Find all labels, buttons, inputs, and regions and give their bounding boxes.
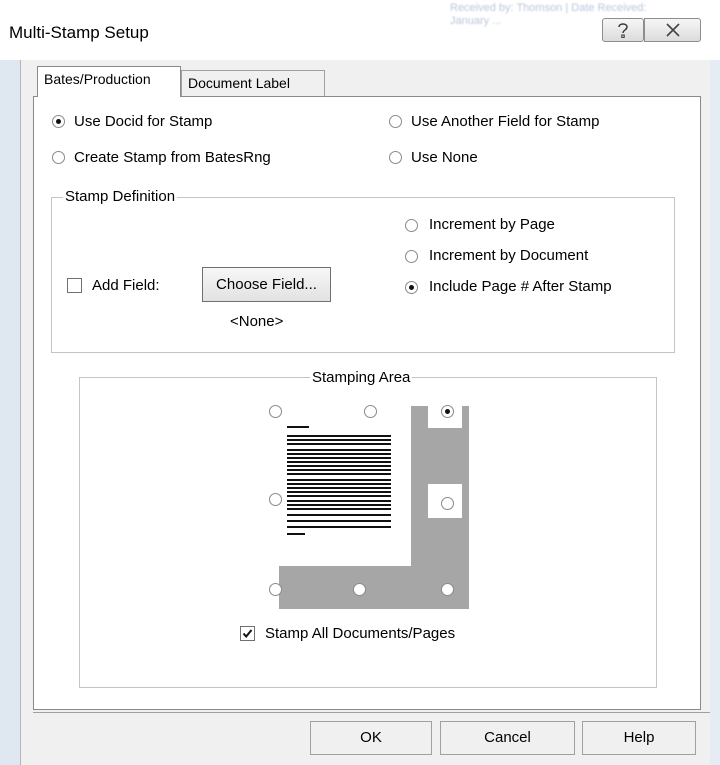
page-text-line xyxy=(287,469,391,471)
cancel-button[interactable]: Cancel xyxy=(440,721,575,755)
page-preview xyxy=(266,398,411,566)
position-top-center-radio[interactable] xyxy=(364,405,377,418)
page-text-line xyxy=(287,495,391,497)
tab-label: Document Label xyxy=(188,75,290,91)
choose-field-button[interactable]: Choose Field... xyxy=(202,267,331,302)
position-bottom-right-radio[interactable] xyxy=(441,583,454,596)
stamp-all-checkbox[interactable] xyxy=(240,626,255,641)
page-text-line xyxy=(287,449,391,451)
help-question-button[interactable] xyxy=(602,18,644,42)
increment-by-page-radio[interactable] xyxy=(405,219,418,232)
page-text-line xyxy=(287,487,391,489)
footer-separator xyxy=(33,712,710,713)
stamping-area-title: Stamping Area xyxy=(310,369,413,386)
increment-by-document-label[interactable]: Increment by Document xyxy=(429,247,588,264)
position-top-left-radio[interactable] xyxy=(269,405,282,418)
page-text-line xyxy=(287,491,391,493)
ok-button[interactable]: OK xyxy=(310,721,432,755)
position-bottom-center-radio[interactable] xyxy=(353,583,366,596)
page-text-line xyxy=(287,483,391,485)
close-x-icon xyxy=(665,23,680,37)
page-text-line xyxy=(287,479,391,481)
window-left-border xyxy=(0,60,20,765)
use-none-label[interactable]: Use None xyxy=(411,149,478,166)
use-docid-label[interactable]: Use Docid for Stamp xyxy=(74,113,212,130)
page-text-line xyxy=(287,461,391,463)
include-page-number-label[interactable]: Include Page # After Stamp xyxy=(429,278,612,295)
add-field-checkbox[interactable] xyxy=(67,278,82,293)
tab-label: Bates/Production xyxy=(44,71,151,87)
use-docid-radio[interactable] xyxy=(52,115,65,128)
stamp-definition-group xyxy=(51,197,675,353)
use-another-field-radio[interactable] xyxy=(389,115,402,128)
page-text-line xyxy=(287,504,391,506)
position-top-right-radio[interactable] xyxy=(441,405,454,418)
create-from-batesrng-radio[interactable] xyxy=(52,151,65,164)
page-text-line xyxy=(287,508,391,510)
page-text-line xyxy=(287,526,391,528)
selected-field-value: <None> xyxy=(230,313,284,330)
help-button[interactable]: Help xyxy=(582,721,696,755)
page-text-line xyxy=(287,533,305,535)
add-field-label[interactable]: Add Field: xyxy=(92,277,160,294)
position-middle-right-radio[interactable] xyxy=(441,497,454,510)
checkmark-icon xyxy=(242,629,253,639)
stamp-definition-title: Stamp Definition xyxy=(63,188,178,205)
stamp-all-label[interactable]: Stamp All Documents/Pages xyxy=(265,625,455,642)
page-text-line xyxy=(287,457,391,459)
position-middle-left-radio[interactable] xyxy=(269,493,282,506)
position-bottom-left-radio[interactable] xyxy=(269,583,282,596)
tab-document-label[interactable]: Document Label xyxy=(181,70,325,97)
page-text-line xyxy=(287,426,309,428)
window-right-border xyxy=(710,60,720,765)
page-text-line xyxy=(287,514,391,516)
page-text-line xyxy=(287,465,391,467)
create-from-batesrng-label[interactable]: Create Stamp from BatesRng xyxy=(74,149,271,166)
page-text-line xyxy=(287,435,391,437)
use-another-field-label[interactable]: Use Another Field for Stamp xyxy=(411,113,599,130)
page-text-line xyxy=(287,473,391,475)
tab-bates-production[interactable]: Bates/Production xyxy=(37,66,181,97)
page-text-line xyxy=(287,453,391,455)
help-question-icon xyxy=(618,23,628,38)
include-page-number-radio[interactable] xyxy=(405,281,418,294)
use-none-radio[interactable] xyxy=(389,151,402,164)
window-title: Multi-Stamp Setup xyxy=(9,23,149,42)
page-text-line xyxy=(287,500,391,502)
page-text-line xyxy=(287,520,391,522)
close-button[interactable] xyxy=(644,18,701,42)
increment-by-document-radio[interactable] xyxy=(405,250,418,263)
page-text-line xyxy=(287,443,391,445)
page-text-line xyxy=(287,439,391,441)
increment-by-page-label[interactable]: Increment by Page xyxy=(429,216,555,233)
